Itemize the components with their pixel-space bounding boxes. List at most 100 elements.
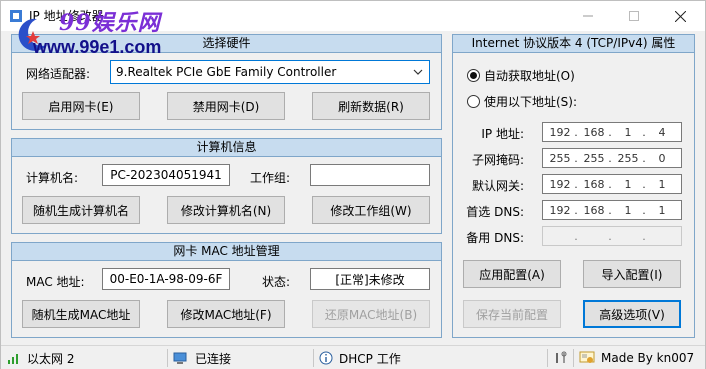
modify-workgroup-button[interactable]: 修改工作组(W) <box>312 196 430 224</box>
gateway-dot: . <box>574 178 578 191</box>
computer-name-label: 计算机名: <box>26 171 79 185</box>
close-icon <box>674 10 686 22</box>
ip-address-field[interactable]: 192 . 168 . 1 . 4 <box>542 122 682 142</box>
mask-dot: . <box>574 152 578 165</box>
status-author-text: Made By kn007 <box>601 351 695 365</box>
status-author: Made By kn007 <box>579 349 694 367</box>
status-bar: 以太网 2 已连接 DHCP 工作 Made By kn007 <box>1 345 705 369</box>
mask-octet: 255 <box>617 152 639 165</box>
primary-dns-field[interactable]: 192 . 168 . 1 . 1 <box>542 200 682 220</box>
maximize-button[interactable] <box>611 1 657 31</box>
network-icon <box>8 354 18 364</box>
gateway-label: 默认网关: <box>471 179 524 193</box>
manual-address-radio[interactable]: 使用以下地址(S): <box>467 93 577 110</box>
mac-address-label: MAC 地址: <box>26 275 85 289</box>
mac-panel: 网卡 MAC 地址管理 MAC 地址: 00-E0-1A-98-09-6F 状态… <box>11 242 442 338</box>
gateway-dot: . <box>608 178 612 191</box>
ip-address-label: IP 地址: <box>481 127 524 141</box>
status-dhcp-text: DHCP 工作 <box>339 351 401 366</box>
status-connection-text: 已连接 <box>195 351 232 366</box>
secondary-dns-field[interactable]: . . . <box>542 226 682 246</box>
auto-address-radio-dot <box>467 69 480 82</box>
computer-panel-title: 计算机信息 <box>12 139 441 157</box>
hardware-panel-title: 选择硬件 <box>12 35 441 53</box>
manual-address-label: 使用以下地址(S): <box>484 95 578 109</box>
tools-icon <box>556 351 567 363</box>
dns1-dot: . <box>608 204 612 217</box>
mask-octet: 255 <box>549 152 571 165</box>
ip-dot: . <box>574 126 578 139</box>
gateway-dot: . <box>642 178 646 191</box>
auto-address-radio[interactable]: 自动获取地址(O) <box>467 67 575 84</box>
dns1-octet: 168 <box>583 204 605 217</box>
save-config-button[interactable]: 保存当前配置 <box>463 300 561 328</box>
maximize-icon <box>629 11 639 21</box>
mask-octet: 0 <box>658 152 666 165</box>
dns1-octet: 1 <box>624 204 632 217</box>
settings-shortcut[interactable] <box>554 349 568 367</box>
mac-panel-title: 网卡 MAC 地址管理 <box>12 243 441 261</box>
secondary-dns-label: 备用 DNS: <box>466 231 524 245</box>
dns2-dot: . <box>574 230 578 243</box>
random-computer-name-button[interactable]: 随机生成计算机名 <box>22 196 140 224</box>
mask-dot: . <box>642 152 646 165</box>
info-icon <box>319 351 333 365</box>
gateway-octet: 1 <box>658 178 666 191</box>
minimize-icon <box>583 15 593 17</box>
mask-octet: 255 <box>583 152 605 165</box>
workgroup-field[interactable] <box>310 164 430 186</box>
mac-address-field[interactable]: 00-E0-1A-98-09-6F <box>102 268 230 290</box>
subnet-mask-label: 子网掩码: <box>471 153 524 167</box>
chevron-down-icon <box>413 69 423 75</box>
status-network: 以太网 2 <box>7 349 74 367</box>
mac-status-field: [正常]未修改 <box>310 268 430 290</box>
mac-status-label: 状态: <box>262 275 291 289</box>
advanced-options-button[interactable]: 高级选项(V) <box>583 300 681 328</box>
computer-name-field[interactable]: PC-202304051941 <box>102 164 230 186</box>
status-divider <box>573 349 574 367</box>
adapter-select-value: 9.Realtek PCIe GbE Family Controller <box>116 65 337 79</box>
disable-adapter-button[interactable]: 禁用网卡(D) <box>167 92 285 120</box>
close-button[interactable] <box>657 1 703 31</box>
modify-computer-name-button[interactable]: 修改计算机名(N) <box>167 196 285 224</box>
ip-octet: 1 <box>624 126 632 139</box>
gateway-octet: 168 <box>583 178 605 191</box>
random-mac-button[interactable]: 随机生成MAC地址 <box>22 300 140 328</box>
dns2-dot: . <box>642 230 646 243</box>
subnet-mask-field[interactable]: 255 . 255 . 255 . 0 <box>542 148 682 168</box>
window-title: IP 地址修改器 <box>29 9 104 23</box>
adapter-label: 网络适配器: <box>26 67 91 81</box>
manual-address-radio-dot <box>467 95 480 108</box>
status-divider <box>313 349 314 367</box>
ip-dot: . <box>642 126 646 139</box>
auto-address-label: 自动获取地址(O) <box>484 69 575 83</box>
workgroup-label: 工作组: <box>250 171 291 185</box>
certificate-icon <box>579 351 595 363</box>
import-config-button[interactable]: 导入配置(I) <box>583 260 681 288</box>
hardware-panel: 选择硬件 网络适配器: 9.Realtek PCIe GbE Family Co… <box>11 34 442 130</box>
dns2-dot: . <box>608 230 612 243</box>
dns1-dot: . <box>574 204 578 217</box>
gateway-field[interactable]: 192 . 168 . 1 . 1 <box>542 174 682 194</box>
refresh-button[interactable]: 刷新数据(R) <box>312 92 430 120</box>
restore-mac-button[interactable]: 还原MAC地址(B) <box>312 300 430 328</box>
computer-panel: 计算机信息 计算机名: PC-202304051941 工作组: 随机生成计算机… <box>11 138 442 234</box>
gateway-octet: 1 <box>624 178 632 191</box>
modify-mac-button[interactable]: 修改MAC地址(F) <box>167 300 285 328</box>
apply-config-button[interactable]: 应用配置(A) <box>463 260 561 288</box>
dns1-octet: 1 <box>658 204 666 217</box>
enable-adapter-button[interactable]: 启用网卡(E) <box>22 92 140 120</box>
status-divider <box>547 349 548 367</box>
primary-dns-label: 首选 DNS: <box>466 205 524 219</box>
gateway-octet: 192 <box>549 178 571 191</box>
mask-dot: . <box>608 152 612 165</box>
app-icon <box>10 10 22 22</box>
status-divider <box>167 349 168 367</box>
minimize-button[interactable] <box>565 1 611 31</box>
adapter-select[interactable]: 9.Realtek PCIe GbE Family Controller <box>110 60 430 84</box>
ip-octet: 192 <box>549 126 571 139</box>
connected-icon <box>173 352 187 364</box>
status-dhcp: DHCP 工作 <box>319 349 401 367</box>
dns1-dot: . <box>642 204 646 217</box>
dns1-octet: 192 <box>549 204 571 217</box>
